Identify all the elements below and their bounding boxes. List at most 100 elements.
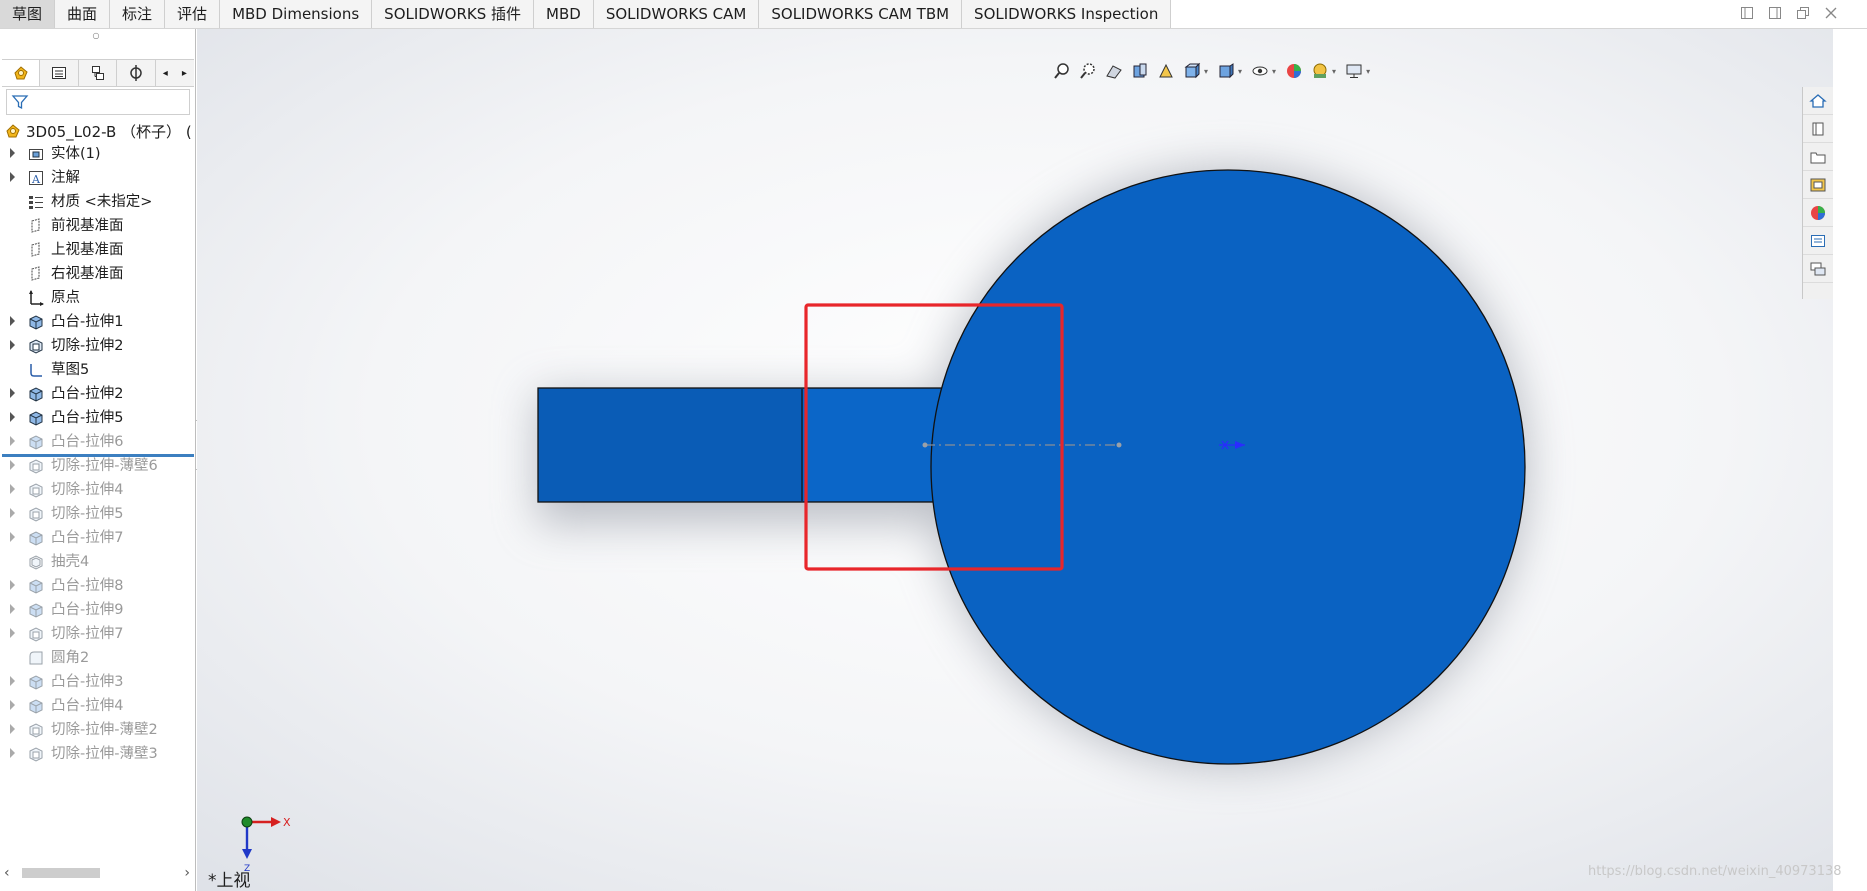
hide-show-dropdown-icon[interactable]: ▾: [1272, 67, 1276, 76]
apply-scene-dropdown-icon[interactable]: ▾: [1332, 67, 1336, 76]
close-window-icon[interactable]: [1823, 6, 1839, 22]
property-manager-tab-icon[interactable]: [40, 60, 79, 86]
apply-scene-icon[interactable]: [1310, 62, 1330, 80]
scroll-left-icon[interactable]: ‹: [4, 865, 10, 881]
zoom-to-fit-icon[interactable]: [1052, 62, 1072, 80]
expand-arrow-icon[interactable]: [10, 580, 15, 590]
expand-arrow-icon[interactable]: [10, 148, 15, 158]
expand-arrow-icon[interactable]: [10, 628, 15, 638]
file-explorer-icon[interactable]: [1803, 143, 1833, 171]
tree-node[interactable]: 切除-拉伸-薄壁2: [0, 718, 196, 742]
tabs-scroll-right-icon[interactable]: ▸: [175, 60, 194, 86]
scroll-thumb[interactable]: [22, 868, 100, 878]
graphics-area[interactable]: X Z ▾ ▾ ▾ ▾ ▾: [197, 29, 1833, 891]
tree-node[interactable]: 切除-拉伸7: [0, 622, 196, 646]
tab-solidworks-cam[interactable]: SOLIDWORKS CAM: [593, 0, 760, 28]
display-style-icon[interactable]: [1216, 62, 1236, 80]
expand-arrow-icon[interactable]: [10, 316, 15, 326]
tree-node[interactable]: 前视基准面: [0, 214, 196, 238]
edit-appearance-icon[interactable]: [1284, 62, 1304, 80]
tree-node[interactable]: 凸台-拉伸3: [0, 670, 196, 694]
expand-arrow-icon[interactable]: [10, 676, 15, 686]
expand-arrow-icon[interactable]: [10, 604, 15, 614]
view-orientation-icon[interactable]: [1182, 62, 1202, 80]
previous-view-icon[interactable]: [1104, 62, 1124, 80]
expand-arrow-icon[interactable]: [10, 700, 15, 710]
expand-arrow-icon[interactable]: [10, 436, 15, 446]
solidworks-forum-icon[interactable]: [1803, 255, 1833, 283]
sketch-endpoint[interactable]: [922, 442, 928, 448]
expand-arrow-icon[interactable]: [10, 460, 15, 470]
view-settings-dropdown-icon[interactable]: ▾: [1366, 67, 1370, 76]
tree-node[interactable]: 圆角2: [0, 646, 196, 670]
solidworks-resources-home-icon[interactable]: [1803, 87, 1833, 115]
tree-node[interactable]: 切除-拉伸2: [0, 334, 196, 358]
tabs-scroll-left-icon[interactable]: ◂: [156, 60, 175, 86]
expand-arrow-icon[interactable]: [10, 388, 15, 398]
tree-node[interactable]: 切除-拉伸5: [0, 502, 196, 526]
view-palette-icon[interactable]: [1803, 171, 1833, 199]
configuration-manager-tab-icon[interactable]: [79, 60, 118, 86]
tab-surfaces[interactable]: 曲面: [55, 0, 111, 28]
tree-node[interactable]: 凸台-拉伸8: [0, 574, 196, 598]
tree-node[interactable]: 实体(1): [0, 142, 196, 166]
design-library-icon[interactable]: [1803, 115, 1833, 143]
expand-arrow-icon[interactable]: [10, 484, 15, 494]
expand-arrow-icon[interactable]: [10, 412, 15, 422]
triad-x-label: X: [283, 816, 291, 829]
view-orientation-dropdown-icon[interactable]: ▾: [1204, 67, 1208, 76]
tree-node[interactable]: 材质 <未指定>: [0, 190, 196, 214]
tree-node[interactable]: 原点: [0, 286, 196, 310]
expand-arrow-icon[interactable]: [10, 340, 15, 350]
tree-node[interactable]: A 注解: [0, 166, 196, 190]
tab-mbd-dimensions[interactable]: MBD Dimensions: [220, 0, 373, 28]
tree-node[interactable]: 切除-拉伸-薄壁3: [0, 742, 196, 766]
part-root-node[interactable]: 3D05_L02-B （杯子） (: [4, 120, 192, 142]
expand-arrow-icon[interactable]: [10, 508, 15, 518]
tree-node[interactable]: 切除-拉伸-薄壁6: [0, 454, 196, 478]
tree-horizontal-scrollbar[interactable]: ‹ ›: [4, 865, 192, 881]
tile-left-icon[interactable]: [1739, 6, 1755, 22]
tab-solidworks-cam-tbm[interactable]: SOLIDWORKS CAM TBM: [759, 0, 963, 28]
tree-node[interactable]: 凸台-拉伸6: [0, 430, 196, 454]
tab-solidworks-addins[interactable]: SOLIDWORKS 插件: [372, 0, 535, 28]
tree-node[interactable]: 凸台-拉伸9: [0, 598, 196, 622]
tree-node[interactable]: 切除-拉伸4: [0, 478, 196, 502]
dimxpert-manager-tab-icon[interactable]: [117, 60, 156, 86]
expand-arrow-icon[interactable]: [10, 724, 15, 734]
expand-arrow-icon[interactable]: [10, 532, 15, 542]
tree-node[interactable]: 上视基准面: [0, 238, 196, 262]
feature-tree-tab-icon[interactable]: [2, 60, 41, 86]
tab-mbd[interactable]: MBD: [534, 0, 594, 28]
dynamic-annotation-icon[interactable]: [1156, 62, 1176, 80]
scroll-right-icon[interactable]: ›: [184, 865, 190, 881]
tree-node[interactable]: 抽壳4: [0, 550, 196, 574]
tree-node[interactable]: 凸台-拉伸2: [0, 382, 196, 406]
section-view-icon[interactable]: [1130, 62, 1150, 80]
appearances-scenes-icon[interactable]: [1803, 199, 1833, 227]
tree-node[interactable]: 凸台-拉伸4: [0, 694, 196, 718]
expand-arrow-icon[interactable]: [10, 172, 15, 182]
sketch-endpoint[interactable]: [1116, 442, 1122, 448]
view-settings-icon[interactable]: [1344, 62, 1364, 80]
rollback-bar[interactable]: [2, 454, 194, 457]
tab-sketch[interactable]: 草图: [0, 0, 56, 28]
tree-node[interactable]: 凸台-拉伸1: [0, 310, 196, 334]
tree-node[interactable]: 凸台-拉伸7: [0, 526, 196, 550]
tab-annotation[interactable]: 标注: [110, 0, 166, 28]
hide-show-items-icon[interactable]: [1250, 62, 1270, 80]
tree-node[interactable]: 草图5: [0, 358, 196, 382]
feature-filter-input[interactable]: [6, 89, 190, 115]
panel-collapse-icon[interactable]: ○: [92, 31, 100, 40]
expand-arrow-icon[interactable]: [10, 748, 15, 758]
custom-properties-icon[interactable]: [1803, 227, 1833, 255]
zoom-to-area-icon[interactable]: [1078, 62, 1098, 80]
display-style-dropdown-icon[interactable]: ▾: [1238, 67, 1242, 76]
tree-node[interactable]: 凸台-拉伸5: [0, 406, 196, 430]
tab-solidworks-inspection[interactable]: SOLIDWORKS Inspection: [962, 0, 1172, 28]
restore-window-icon[interactable]: [1795, 6, 1811, 22]
tab-evaluate[interactable]: 评估: [165, 0, 221, 28]
cup-body[interactable]: [930, 169, 1526, 765]
tile-right-icon[interactable]: [1767, 6, 1783, 22]
tree-node[interactable]: 右视基准面: [0, 262, 196, 286]
